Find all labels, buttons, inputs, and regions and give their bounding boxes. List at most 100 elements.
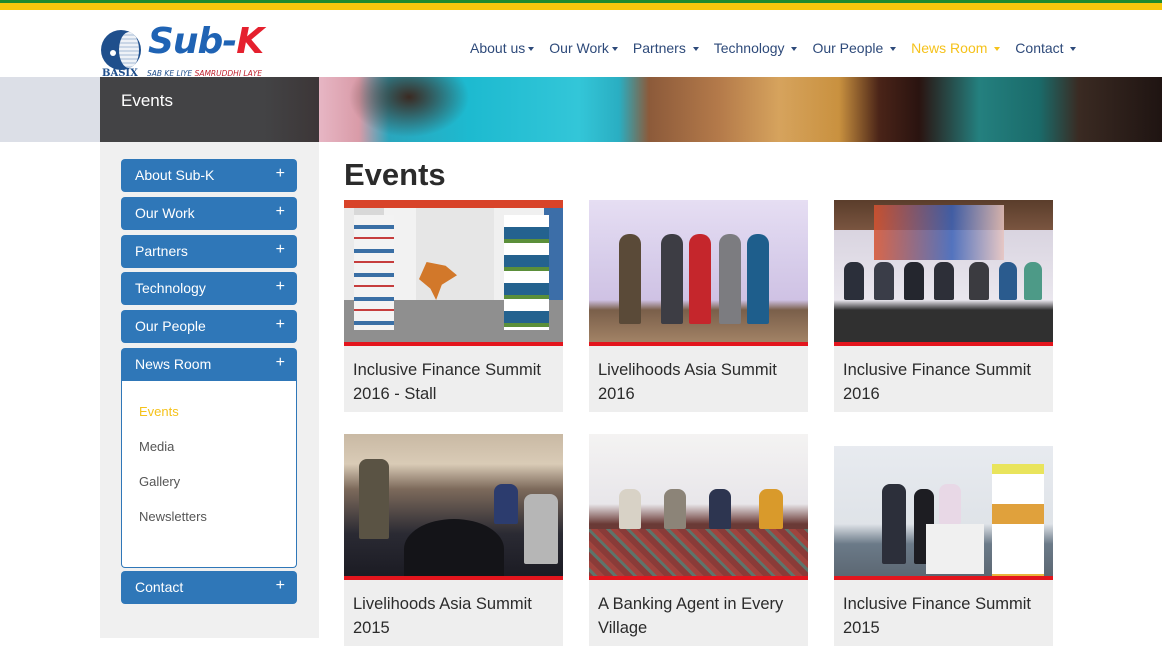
nav-technology[interactable]: Technology [714,40,798,56]
top-yellow-strip [0,3,1162,10]
sidebar-item-label: Contact [135,579,184,595]
plus-icon[interactable]: + [276,577,285,595]
photo-standee [992,464,1044,576]
submenu-item-gallery[interactable]: Gallery [139,474,180,489]
photo-figure [882,484,906,564]
event-caption[interactable]: Inclusive Finance Summit 2015 [843,592,1048,640]
event-card[interactable]: Inclusive Finance Summit 2016 [834,200,1053,412]
event-card[interactable]: Inclusive Finance Summit 2015 [834,434,1053,646]
sidebar-item-partners[interactable]: Partners + [121,235,297,268]
sidebar-item-label: Technology [135,280,206,296]
nav-about-us[interactable]: About us [470,40,535,56]
photo-figure [969,262,989,300]
caret-down-icon [890,47,897,52]
sidebar: About Sub-K + Our Work + Partners + Tech… [100,142,319,638]
sidebar-item-our-people[interactable]: Our People + [121,310,297,343]
nav-news-room[interactable]: News Room [911,40,1001,56]
plus-icon[interactable]: + [276,165,285,183]
photo-figure [664,489,686,529]
event-card[interactable]: Inclusive Finance Summit 2016 - Stall [344,200,563,412]
nav-contact[interactable]: Contact [1015,40,1077,56]
nav-label: News Room [911,40,988,56]
nav-label: About us [470,40,526,56]
sidebar-item-label: News Room [135,356,212,372]
nav-partners[interactable]: Partners [633,40,699,56]
nav-our-work[interactable]: Our Work [549,40,618,56]
page-title: Events [344,157,446,192]
photo-header-sign [834,434,1053,446]
sidebar-item-technology[interactable]: Technology + [121,272,297,305]
photo-figure [1024,262,1042,300]
caret-down-icon [692,47,699,52]
photo-panel [354,215,394,330]
site-logo[interactable]: Sub-K BASIX SAB KE LIYE SAMRUDDHI LAYE [100,20,290,80]
photo-figure [904,262,924,300]
photo-figure [619,234,641,324]
caret-down-icon [1070,47,1077,52]
photo-figure [494,484,518,524]
event-caption[interactable]: Livelihoods Asia Summit 2016 [598,358,803,406]
event-photo[interactable] [589,200,808,346]
caret-down-icon [994,47,1001,52]
event-caption[interactable]: Inclusive Finance Summit 2016 - Stall [353,358,558,406]
banner-title-box: Events [100,77,319,142]
photo-figure [747,234,769,324]
submenu-item-events[interactable]: Events [139,404,179,419]
nav-label: Contact [1015,40,1064,56]
submenu-item-media[interactable]: Media [139,439,174,454]
news-room-submenu: Events Media Gallery Newsletters [121,381,297,568]
event-photo[interactable] [344,200,563,346]
plus-icon[interactable]: + [276,278,285,296]
plus-icon[interactable]: + [276,354,285,372]
photo-figure [759,489,783,529]
plus-icon[interactable]: + [276,241,285,259]
plus-icon[interactable]: + [276,316,285,334]
photo-figure [661,234,683,324]
nav-label: Partners [632,40,686,56]
sidebar-item-label: Our People [135,318,206,334]
submenu-item-newsletters[interactable]: Newsletters [139,509,207,524]
event-photo[interactable] [834,200,1053,346]
photo-figure [719,234,741,324]
nav-label: Technology [713,40,785,56]
photo-round-table [404,519,504,576]
sidebar-item-label: Our Work [135,205,195,221]
logo-brand-main: Sub- [148,21,237,62]
photo-figure [619,489,641,529]
site-header: Sub-K BASIX SAB KE LIYE SAMRUDDHI LAYE A… [0,10,1162,80]
event-card[interactable]: Livelihoods Asia Summit 2015 [344,434,563,646]
event-caption[interactable]: A Banking Agent in Every Village [598,592,803,640]
event-photo[interactable] [344,434,563,580]
photo-panel [504,215,549,330]
photo-figure [524,494,558,564]
event-card[interactable]: A Banking Agent in Every Village [589,434,808,646]
photo-figure [939,484,961,524]
event-card[interactable]: Livelihoods Asia Summit 2016 [589,200,808,412]
banner-image [319,77,1162,142]
photo-carpet [589,529,808,576]
nav-label: Our People [812,40,884,56]
photo-india-map [419,262,457,300]
photo-figure [999,262,1017,300]
sidebar-item-news-room[interactable]: News Room + [121,348,297,381]
event-photo[interactable] [589,434,808,580]
page: Sub-K BASIX SAB KE LIYE SAMRUDDHI LAYE A… [0,0,1162,653]
caret-down-icon [528,47,535,52]
photo-figure [359,459,389,539]
sidebar-item-contact[interactable]: Contact + [121,571,297,604]
nav-label: Our Work [549,40,609,56]
event-caption[interactable]: Livelihoods Asia Summit 2015 [353,592,558,640]
photo-figure [844,262,864,300]
sidebar-item-about-sub-k[interactable]: About Sub-K + [121,159,297,192]
photo-figure [689,234,711,324]
event-caption[interactable]: Inclusive Finance Summit 2016 [843,358,1048,406]
logo-wordmark: Sub-K [148,21,264,62]
plus-icon[interactable]: + [276,203,285,221]
caret-down-icon [611,47,618,52]
sidebar-item-our-work[interactable]: Our Work + [121,197,297,230]
sidebar-item-label: Partners [135,243,188,259]
photo-desk [926,524,984,574]
banner-left-spacer [0,77,100,142]
event-photo[interactable] [834,434,1053,580]
nav-our-people[interactable]: Our People [812,40,897,56]
